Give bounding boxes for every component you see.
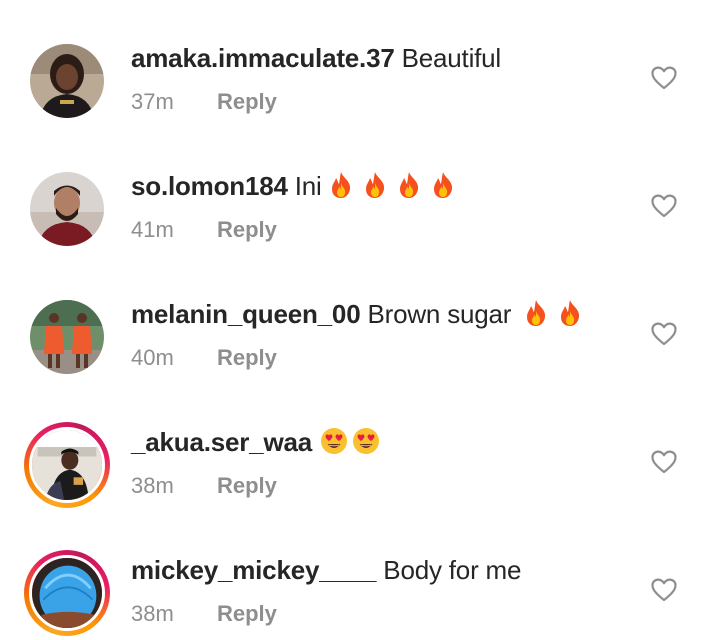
reply-button[interactable]: Reply xyxy=(217,89,277,114)
comment-meta: 37m Reply xyxy=(131,89,277,115)
fire-emoji-icon xyxy=(428,170,458,200)
comment-meta: 41m Reply xyxy=(131,217,277,243)
comment-username[interactable]: _akua.ser_waa xyxy=(131,427,312,457)
like-heart-icon[interactable] xyxy=(651,578,677,602)
fire-emoji-icon xyxy=(521,298,551,328)
reply-button[interactable]: Reply xyxy=(217,601,277,626)
fire-emoji-icon xyxy=(394,170,424,200)
comment-username[interactable]: amaka.immaculate.37 xyxy=(131,43,395,73)
reply-button[interactable]: Reply xyxy=(217,345,277,370)
fire-emoji-icon xyxy=(360,170,390,200)
avatar[interactable] xyxy=(30,44,108,122)
comment-meta: 38m Reply xyxy=(131,601,277,627)
like-heart-icon[interactable] xyxy=(651,194,677,218)
comment-text: _akua.ser_waa xyxy=(131,426,381,458)
heart-eyes-emoji-icon xyxy=(351,426,381,456)
reply-button[interactable]: Reply xyxy=(217,473,277,498)
comment-text: amaka.immaculate.37 Beautiful xyxy=(131,42,501,74)
comment-timestamp: 40m xyxy=(131,345,174,370)
avatar[interactable] xyxy=(30,300,108,378)
avatar[interactable] xyxy=(29,555,105,631)
comment-username[interactable]: mickey_mickey____ xyxy=(131,555,376,585)
comment-text: so.lomon184 Ini xyxy=(131,170,458,202)
comment-body: Beautiful xyxy=(401,43,502,73)
comment-timestamp: 37m xyxy=(131,89,174,114)
comment-timestamp: 38m xyxy=(131,473,174,498)
comment-timestamp: 41m xyxy=(131,217,174,242)
comment-item: _akua.ser_waa 38m Reply xyxy=(0,384,720,512)
comment-body: Body for me xyxy=(383,555,522,585)
comment-username[interactable]: so.lomon184 xyxy=(131,171,288,201)
like-heart-icon[interactable] xyxy=(651,322,677,346)
fire-emoji-icon xyxy=(326,170,356,200)
comment-item: so.lomon184 Ini 41m Reply xyxy=(0,128,720,256)
reply-button[interactable]: Reply xyxy=(217,217,277,242)
comment-meta: 38m Reply xyxy=(131,473,277,499)
comment-item: amaka.immaculate.37 Beautiful 37m Reply xyxy=(0,0,720,128)
comment-text: mickey_mickey____ Body for me xyxy=(131,554,521,586)
heart-eyes-emoji-icon xyxy=(319,426,349,456)
like-heart-icon[interactable] xyxy=(651,66,677,90)
comment-item: melanin_queen_00 Brown sugar 40m Reply xyxy=(0,256,720,384)
comment-username[interactable]: melanin_queen_00 xyxy=(131,299,361,329)
comment-text: melanin_queen_00 Brown sugar xyxy=(131,298,585,330)
comment-body: Brown sugar xyxy=(367,299,512,329)
comment-body: Ini xyxy=(294,171,322,201)
comment-item: mickey_mickey____ Body for me 38m Reply xyxy=(0,512,720,640)
avatar-story-ring[interactable] xyxy=(24,422,110,508)
avatar-story-ring[interactable] xyxy=(24,550,110,636)
like-heart-icon[interactable] xyxy=(651,450,677,474)
comment-meta: 40m Reply xyxy=(131,345,277,371)
comment-timestamp: 38m xyxy=(131,601,174,626)
avatar[interactable] xyxy=(30,172,108,250)
avatar[interactable] xyxy=(29,427,105,503)
fire-emoji-icon xyxy=(555,298,585,328)
